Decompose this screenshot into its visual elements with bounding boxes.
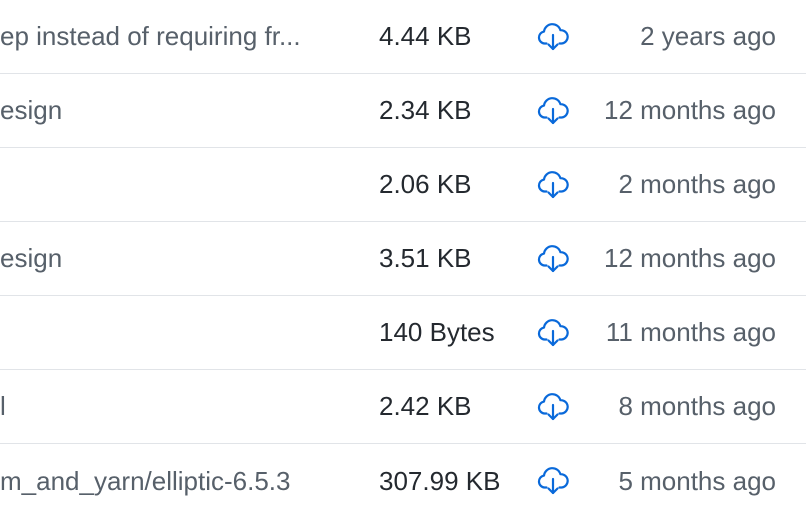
cloud-download-icon (537, 22, 569, 50)
table-row: l 2.42 KB 8 months ago (0, 370, 806, 444)
row-updated: 5 months ago (618, 465, 776, 496)
row-name[interactable] (0, 296, 340, 369)
artifact-table: ep instead of requiring fr... 4.44 KB 2 … (0, 0, 806, 512)
cloud-download-icon (537, 96, 569, 124)
cloud-download-icon (537, 170, 569, 198)
download-button[interactable] (536, 74, 570, 147)
download-button[interactable] (536, 222, 570, 295)
row-size: 4.44 KB (379, 21, 472, 51)
row-name[interactable] (0, 148, 340, 221)
table-row: 2.06 KB 2 months ago (0, 148, 806, 222)
table-row: esign 3.51 KB 12 months ago (0, 222, 806, 296)
download-button[interactable] (536, 444, 570, 512)
row-name[interactable]: l (0, 370, 340, 443)
table-row: 140 Bytes 11 months ago (0, 296, 806, 370)
row-updated: 11 months ago (605, 317, 776, 347)
row-size: 2.34 KB (379, 95, 472, 125)
cloud-download-icon (537, 244, 569, 272)
row-name[interactable]: ep instead of requiring fr... (0, 0, 340, 73)
cloud-download-icon (537, 467, 569, 495)
download-button[interactable] (536, 0, 570, 73)
row-updated: 2 months ago (618, 169, 776, 199)
row-size: 2.42 KB (379, 391, 472, 421)
row-updated: 12 months ago (603, 243, 776, 273)
download-button[interactable] (536, 370, 570, 443)
row-name[interactable]: esign (0, 222, 340, 295)
row-size: 140 Bytes (379, 317, 495, 347)
table-row: esign 2.34 KB 12 months ago (0, 74, 806, 148)
row-name[interactable]: esign (0, 74, 340, 147)
table-row: ep instead of requiring fr... 4.44 KB 2 … (0, 0, 806, 74)
row-updated: 2 years ago (640, 21, 776, 51)
table-row: m_and_yarn/elliptic-6.5.3 307.99 KB 5 mo… (0, 444, 806, 512)
download-button[interactable] (536, 296, 570, 369)
row-size: 2.06 KB (379, 169, 472, 199)
row-size: 307.99 KB (379, 465, 501, 496)
row-updated: 8 months ago (618, 391, 776, 421)
download-button[interactable] (536, 148, 570, 221)
cloud-download-icon (537, 392, 569, 420)
row-size: 3.51 KB (379, 243, 472, 273)
cloud-download-icon (537, 318, 569, 346)
row-name[interactable]: m_and_yarn/elliptic-6.5.3 (0, 444, 340, 512)
row-updated: 12 months ago (603, 95, 776, 125)
